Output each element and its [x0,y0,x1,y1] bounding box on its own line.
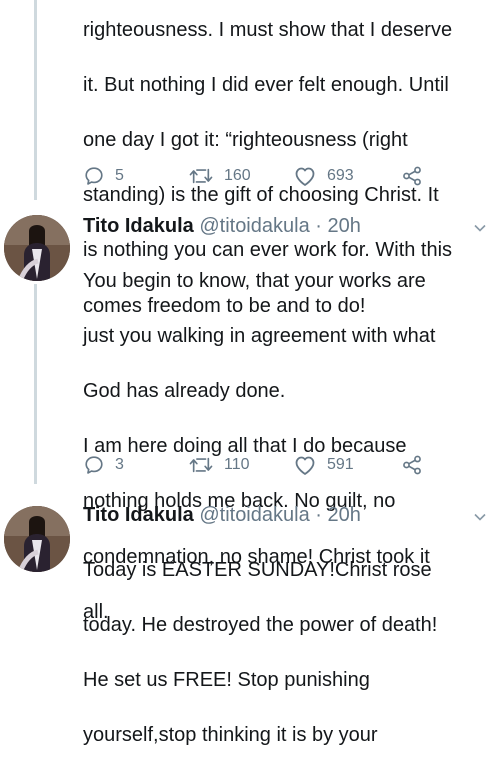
reply-count: 5 [115,167,124,184]
tweet-2-header: Tito Idakula @titoidakula · 20h [83,213,361,240]
heart-icon [295,456,315,475]
tweet-2-actions: 3 110 591 [83,453,483,477]
reply-icon [85,167,103,185]
retweet-button[interactable]: 110 [188,453,250,477]
chevron-down-icon[interactable] [473,510,487,524]
timestamp[interactable]: 20h [328,215,361,237]
avatar-photo [4,506,70,572]
tweet-3-text: Today is EASTER SUNDAY!Christ rose today… [83,558,438,747]
reply-icon [85,456,103,474]
avatar[interactable] [4,215,70,281]
chevron-down-icon[interactable] [473,221,487,235]
separator: · [315,504,322,526]
avatar[interactable] [4,506,70,572]
separator: · [315,215,322,237]
tweet-1-actions: 5 160 693 [83,164,483,188]
retweet-count: 110 [224,456,250,473]
reply-count: 3 [115,456,124,473]
like-button[interactable]: 693 [293,164,354,188]
tweet-3-header: Tito Idakula @titoidakula · 20h [83,502,361,529]
author-name[interactable]: Tito Idakula [83,504,194,526]
share-button[interactable] [401,453,423,477]
reply-button[interactable]: 3 [83,453,124,477]
author-name[interactable]: Tito Idakula [83,215,194,237]
retweet-button[interactable]: 160 [188,164,251,188]
retweet-count: 160 [224,167,251,184]
share-icon [403,166,421,186]
reply-button[interactable]: 5 [83,164,124,188]
like-count: 591 [327,456,354,473]
heart-icon [295,167,315,186]
thread-line-top [34,0,37,200]
author-handle[interactable]: @titoidakula [199,504,309,526]
avatar-photo [4,215,70,281]
like-count: 693 [327,167,354,184]
share-icon [403,455,421,475]
like-button[interactable]: 591 [293,453,354,477]
thread-line-middle [34,284,37,484]
share-button[interactable] [401,164,423,188]
retweet-icon [189,168,213,184]
timestamp[interactable]: 20h [328,504,361,526]
author-handle[interactable]: @titoidakula [199,215,309,237]
retweet-icon [189,457,213,473]
